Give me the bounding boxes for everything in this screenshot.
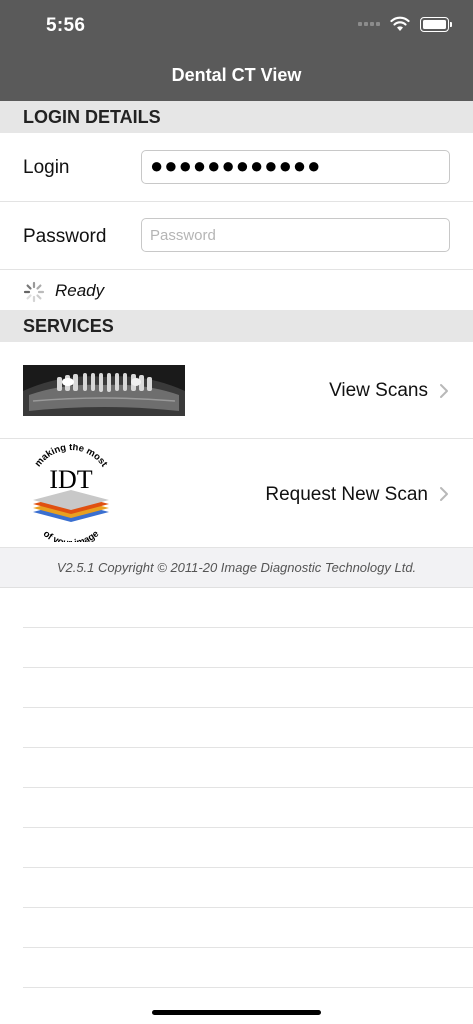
status-time: 5:56 xyxy=(46,15,86,36)
navigation-bar: 5:56 Dental CT View xyxy=(0,0,473,101)
chevron-right-icon xyxy=(440,384,448,398)
empty-row-separator xyxy=(23,627,473,628)
password-field[interactable] xyxy=(141,218,450,252)
empty-row-separator xyxy=(23,747,473,748)
login-label: Login xyxy=(23,157,70,178)
request-new-scan-label: Request New Scan xyxy=(265,484,428,505)
status-text: Ready xyxy=(55,281,105,300)
empty-row-separator xyxy=(23,827,473,828)
chevron-right-icon xyxy=(440,487,448,501)
empty-row-separator xyxy=(23,667,473,668)
empty-row-separator xyxy=(23,987,473,988)
password-row: Password xyxy=(0,202,473,270)
cellular-signal-icon xyxy=(358,22,380,26)
wifi-icon xyxy=(390,16,410,31)
empty-row-separator xyxy=(23,947,473,948)
empty-row-separator xyxy=(23,707,473,708)
scan-thumbnail xyxy=(23,365,185,416)
home-indicator[interactable] xyxy=(152,1010,321,1015)
section-header-services: SERVICES xyxy=(0,310,473,342)
copyright-footer: V2.5.1 Copyright © 2011-20 Image Diagnos… xyxy=(0,548,473,588)
view-scans-label: View Scans xyxy=(329,380,428,401)
idt-logo: making the most IDT of your image xyxy=(33,444,110,542)
logo-idt-text: IDT xyxy=(49,465,92,494)
battery-icon xyxy=(420,16,452,32)
status-icons xyxy=(358,16,452,32)
logo-tagline-bottom: of your image xyxy=(41,528,101,542)
svg-text:of your image: of your image xyxy=(41,528,101,542)
empty-row-separator xyxy=(23,787,473,788)
empty-row-separator xyxy=(23,867,473,868)
activity-spinner-icon xyxy=(23,281,45,303)
page-title: Dental CT View xyxy=(171,65,302,85)
password-label: Password xyxy=(23,226,107,247)
empty-row-separator xyxy=(23,907,473,908)
login-field[interactable]: ●●●●●●●●●●●● xyxy=(141,150,450,184)
login-row: Login ●●●●●●●●●●●● xyxy=(0,133,473,202)
section-header-login: LOGIN DETAILS xyxy=(0,101,473,133)
